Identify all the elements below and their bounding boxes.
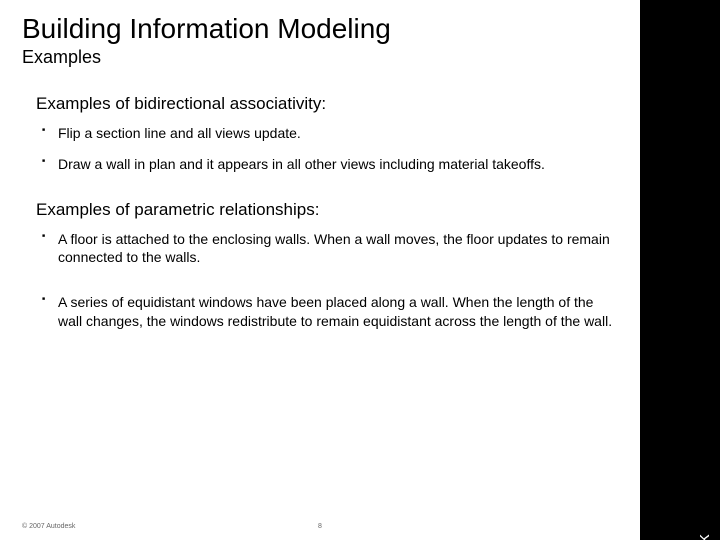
list-item: A series of equidistant windows have bee…: [36, 293, 618, 331]
content-area: Building Information Modeling Examples E…: [0, 0, 640, 540]
bullet-list-1: Flip a section line and all views update…: [36, 124, 618, 174]
list-item: Flip a section line and all views update…: [36, 124, 618, 143]
list-item: A floor is attached to the enclosing wal…: [36, 230, 618, 268]
brand-sidebar: Autodesk: [640, 0, 720, 540]
section-heading-1: Examples of bidirectional associativity:: [36, 94, 618, 114]
footer-page-number: 8: [0, 523, 640, 530]
slide-title: Building Information Modeling: [22, 14, 618, 45]
bullet-list-2: A floor is attached to the enclosing wal…: [36, 230, 618, 332]
slide: Building Information Modeling Examples E…: [0, 0, 720, 540]
autodesk-logo: Autodesk: [694, 534, 714, 540]
slide-subtitle: Examples: [22, 47, 618, 68]
list-item: Draw a wall in plan and it appears in al…: [36, 155, 618, 174]
section-heading-2: Examples of parametric relationships:: [36, 200, 618, 220]
